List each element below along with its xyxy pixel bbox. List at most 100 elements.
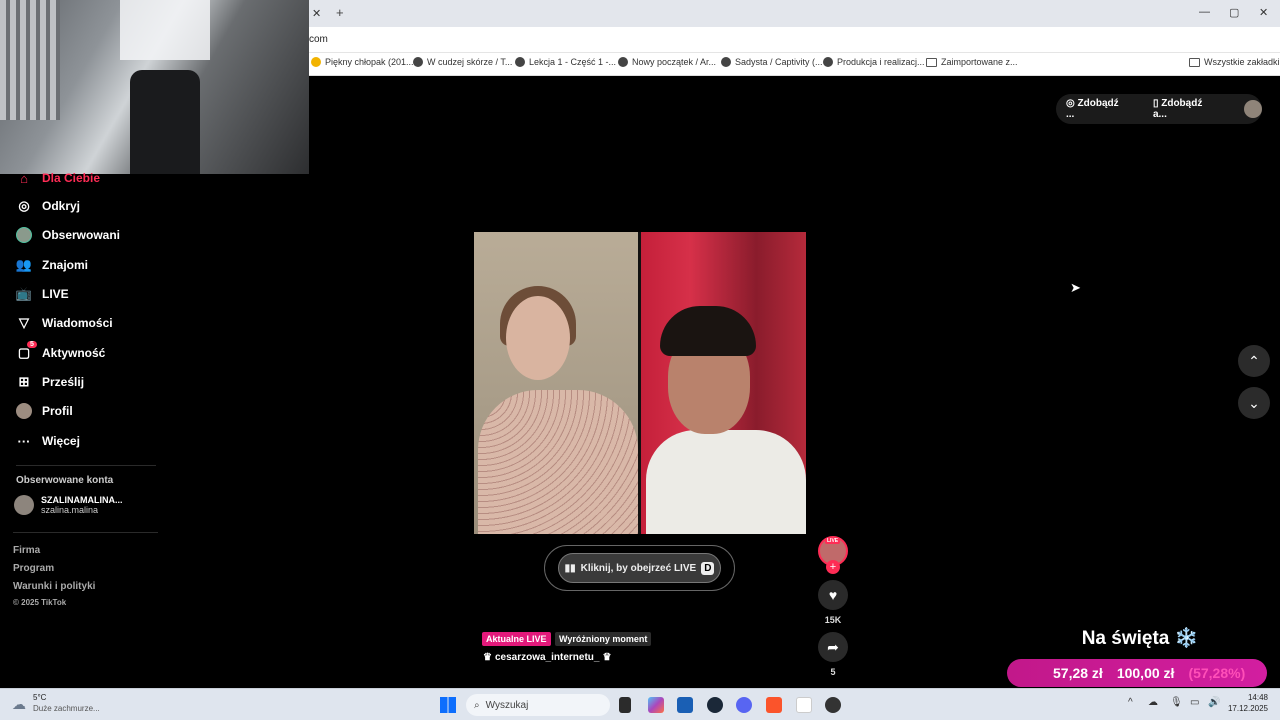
avatar <box>16 227 32 243</box>
sidebar-item-label: Prześlij <box>42 375 85 389</box>
like-count: 15K <box>824 615 842 625</box>
live-tag[interactable]: Aktualne LIVE <box>482 632 551 646</box>
sidebar-item-label: Aktywność <box>42 346 106 360</box>
bookmark-item[interactable]: Nowy początek / Ar... <box>618 57 716 67</box>
like-button[interactable]: ♥ <box>818 580 848 610</box>
bookmark-item[interactable]: Lekcja 1 - Część 1 -... <box>515 57 616 67</box>
store-icon[interactable] <box>677 697 693 713</box>
share-button[interactable]: ➦ <box>818 632 848 662</box>
taskbar: ☁ 5°C Duże zachmurze... ⌕ Wyszukaj ^ ☁ 🎙… <box>0 688 1280 720</box>
compass-icon: ◎ <box>18 198 30 213</box>
bookmark-label: Produkcja i realizacj... <box>837 57 925 67</box>
bookmark-label: Lekcja 1 - Część 1 -... <box>529 57 617 67</box>
bookmark-favicon-icon <box>515 57 525 67</box>
sidebar-item-more[interactable]: ··· Więcej <box>16 433 80 449</box>
sidebar-item-label: Więcej <box>42 434 80 448</box>
window-close-icon[interactable]: ✕ <box>1259 6 1268 19</box>
onedrive-icon[interactable]: ☁ <box>1148 697 1158 708</box>
gift-goal-bar: 57,28 zł 100,00 zł (57,28%) <box>1007 659 1267 687</box>
next-video-button[interactable]: ⌄ <box>1238 387 1270 419</box>
gift-percent: (57,28%) <box>1188 665 1246 681</box>
chevron-down-icon: ⌄ <box>1248 394 1260 411</box>
bookmark-label: Zaimportowane z... <box>941 57 1018 67</box>
brave-icon[interactable] <box>766 697 782 713</box>
bookmark-label: W cudzej skórze / T... <box>427 57 513 67</box>
bookmark-favicon-icon <box>618 57 628 67</box>
sidebar-item-activity[interactable]: ▢ Aktywność 5 <box>16 341 106 361</box>
followed-account[interactable]: SZALINAMALINA... szalina.malina <box>14 495 123 515</box>
bookmark-item[interactable]: Produkcja i realizacj... <box>823 57 925 67</box>
bookmark-item[interactable]: Piękny chłopak (201... <box>311 57 414 67</box>
file-explorer-icon[interactable] <box>619 697 631 713</box>
cloud-icon: ☁ <box>12 696 26 712</box>
mouse-cursor-icon: ➤ <box>1070 280 1081 295</box>
follow-plus-icon[interactable]: + <box>826 560 840 574</box>
sidebar-item-friends[interactable]: 👥 Znajomi <box>16 257 88 273</box>
bars-icon: ▮▮ <box>564 562 576 574</box>
person-shirt <box>478 390 638 534</box>
watch-live-label: Kliknij, by obejrzeć LIVE <box>580 562 697 574</box>
url-text[interactable]: com <box>309 34 328 45</box>
tray-chevron-icon[interactable]: ^ <box>1128 697 1133 708</box>
steam-icon[interactable] <box>707 697 723 713</box>
discord-icon[interactable] <box>736 697 752 713</box>
sidebar-item-upload[interactable]: ⊞ Prześlij <box>16 374 84 390</box>
avatar <box>14 495 34 515</box>
person-face <box>506 296 570 380</box>
gift-target: 100,00 zł <box>1116 665 1175 681</box>
mic-icon[interactable]: 🎙 <box>1170 697 1183 708</box>
share-arrow-icon: ➦ <box>827 638 839 655</box>
search-icon: ⌕ <box>474 699 480 711</box>
crown-icon: ♛ <box>483 652 492 663</box>
prev-video-button[interactable]: ⌃ <box>1238 345 1270 377</box>
sidebar-divider <box>16 465 156 466</box>
bookmark-item[interactable]: Sadysta / Captivity (... <box>721 57 823 67</box>
avatar <box>16 403 32 419</box>
footer-link-company[interactable]: Firma <box>13 545 40 556</box>
all-bookmarks-folder[interactable]: Wszystkie zakładki <box>1189 57 1280 67</box>
footer-link-terms[interactable]: Warunki i polityki <box>13 581 95 592</box>
footer-link-program[interactable]: Program <box>13 563 54 574</box>
followed-account-handle: szalina.malina <box>41 505 99 515</box>
clock-date[interactable]: 17.12.2025 <box>1218 704 1268 713</box>
username-label: cesarzowa_internetu_ <box>494 652 600 663</box>
bookmark-favicon-icon <box>311 57 321 67</box>
maximize-icon[interactable]: ▢ <box>1229 6 1239 19</box>
new-tab-button[interactable]: + <box>336 5 344 20</box>
get-coins-button[interactable]: ◎ Zdobądź ... <box>1066 98 1129 120</box>
webcam-overlay <box>0 0 309 174</box>
sidebar-item-for-you[interactable]: ⌂ Dla Ciebie <box>16 170 100 186</box>
home-icon: ⌂ <box>20 170 28 186</box>
sidebar-item-label: Dla Ciebie <box>42 171 101 185</box>
network-icon[interactable]: ▭ <box>1190 697 1199 708</box>
activity-badge: 5 <box>27 341 37 348</box>
sidebar-item-label: Obserwowani <box>42 228 121 242</box>
username[interactable]: ♛ cesarzowa_internetu_ ♛ <box>483 652 611 663</box>
sidebar-item-following[interactable]: Obserwowani <box>16 227 120 243</box>
copyright: © 2025 TikTok <box>13 598 67 607</box>
weather-temp[interactable]: 5°C <box>33 693 46 702</box>
watch-live-button[interactable]: ▮▮ Kliknij, by obejrzeć LIVE D <box>558 553 721 583</box>
weather-desc: Duże zachmurze... <box>33 704 100 713</box>
bookmark-item[interactable]: W cudzej skórze / T... <box>413 57 512 67</box>
sidebar-item-profile[interactable]: Profil <box>16 403 73 419</box>
obs-icon[interactable] <box>825 697 841 713</box>
sidebar-item-messages[interactable]: ▽ Wiadomości <box>16 315 113 331</box>
webcam-blinds <box>0 0 60 120</box>
avatar[interactable] <box>1244 100 1262 118</box>
taskbar-search[interactable]: ⌕ Wyszukaj <box>466 694 610 716</box>
sidebar-divider <box>13 532 158 533</box>
copilot-icon[interactable] <box>648 697 664 713</box>
highlight-tag[interactable]: Wyróżniony moment <box>555 632 652 646</box>
bookmark-folder[interactable]: Zaimportowane z... <box>926 57 1018 67</box>
get-app-button[interactable]: ▯ Zdobądź a... <box>1153 98 1218 120</box>
sidebar-item-explore[interactable]: ◎ Odkryj <box>16 198 80 214</box>
folder-icon <box>1189 57 1200 67</box>
windows-start-icon[interactable] <box>440 697 456 713</box>
notepad-icon[interactable] <box>796 697 812 713</box>
minimize-icon[interactable]: — <box>1199 6 1210 18</box>
tab-close-icon[interactable]: ✕ <box>312 7 321 20</box>
person-shirt <box>646 430 806 534</box>
clock-time[interactable]: 14:48 <box>1230 693 1268 702</box>
sidebar-item-live[interactable]: 📺 LIVE <box>16 286 69 302</box>
